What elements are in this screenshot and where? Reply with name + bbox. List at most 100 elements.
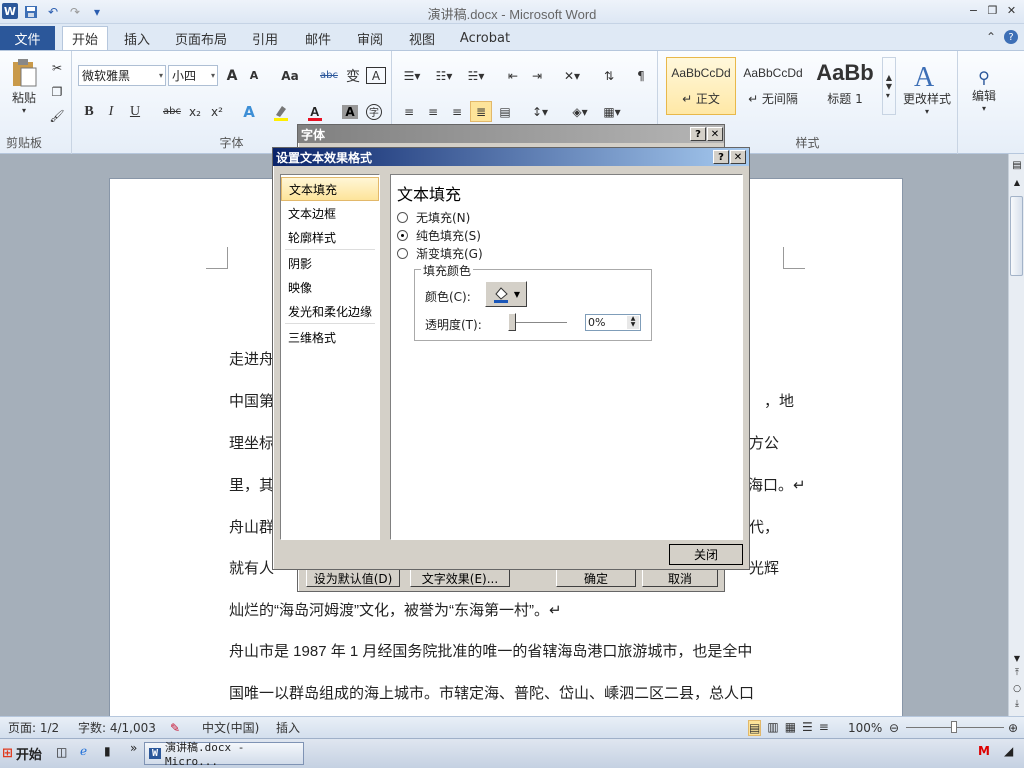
- scroll-thumb[interactable]: [1010, 196, 1023, 276]
- change-styles-button[interactable]: A 更改样式 ▾: [900, 57, 954, 119]
- effects-dialog-help-button[interactable]: ?: [713, 150, 729, 164]
- copy-icon[interactable]: ❐: [48, 83, 66, 101]
- style-no-spacing[interactable]: AaBbCcDd ↵ 无间隔: [738, 57, 808, 115]
- transparency-spinner[interactable]: 0% ▲ ▼: [585, 314, 641, 331]
- set-default-button[interactable]: 设为默认值(D): [306, 569, 400, 587]
- shrink-font-icon[interactable]: A: [244, 65, 264, 86]
- minimize-button[interactable]: −: [965, 2, 982, 18]
- gradient-fill-option[interactable]: 渐变填充(G): [397, 245, 483, 262]
- status-insert-mode[interactable]: 插入: [276, 719, 300, 736]
- restore-button[interactable]: ❐: [984, 2, 1001, 18]
- draft-view-icon[interactable]: ≡: [819, 720, 829, 736]
- tab-review[interactable]: 审阅: [349, 26, 391, 50]
- borders-icon[interactable]: ▦▾: [598, 101, 626, 122]
- close-dialog-button[interactable]: 关闭: [669, 544, 743, 565]
- gradient-fill-radio[interactable]: [397, 248, 408, 259]
- show-marks-icon[interactable]: ¶: [630, 65, 652, 86]
- transparency-slider-track[interactable]: [509, 322, 567, 324]
- sort-icon[interactable]: ⇅: [598, 65, 620, 86]
- clear-formatting-icon[interactable]: abc: [318, 65, 340, 86]
- text-effects-button[interactable]: 文字效果(E)...: [410, 569, 510, 587]
- italic-button[interactable]: I: [102, 101, 120, 122]
- character-shading-icon[interactable]: A: [340, 101, 360, 122]
- tab-file[interactable]: 文件: [0, 26, 55, 50]
- zoom-in-icon[interactable]: ⊕: [1008, 721, 1018, 735]
- style-normal[interactable]: AaBbCcDd ↵ 正文: [666, 57, 736, 115]
- outline-view-icon[interactable]: ☰: [802, 720, 813, 736]
- align-center-icon[interactable]: ≡: [422, 101, 444, 122]
- status-words[interactable]: 字数: 4/1,003: [78, 719, 156, 736]
- tray-network-icon[interactable]: ◢: [1004, 744, 1013, 758]
- tab-insert[interactable]: 插入: [116, 26, 158, 50]
- tab-page-layout[interactable]: 页面布局: [170, 26, 232, 50]
- no-fill-option[interactable]: 无填充(N): [397, 209, 470, 226]
- cut-icon[interactable]: ✂: [48, 59, 66, 77]
- solid-fill-radio[interactable]: [397, 230, 408, 241]
- align-left-icon[interactable]: ≡: [398, 101, 420, 122]
- format-painter-icon[interactable]: 🖌: [48, 107, 66, 125]
- tab-references[interactable]: 引用: [244, 26, 286, 50]
- bold-button[interactable]: B: [80, 101, 98, 122]
- font-dialog-close-button[interactable]: ✕: [707, 127, 723, 141]
- previous-page-icon[interactable]: ⤒: [1011, 668, 1023, 680]
- tab-mailings[interactable]: 邮件: [297, 26, 339, 50]
- shading-icon[interactable]: ◈▾: [566, 101, 594, 122]
- justify-icon[interactable]: ≣: [470, 101, 492, 122]
- no-fill-radio[interactable]: [397, 212, 408, 223]
- character-border-icon[interactable]: A: [366, 67, 386, 84]
- enclose-characters-icon[interactable]: 字: [364, 101, 384, 122]
- tray-app-icon[interactable]: M: [978, 744, 990, 758]
- strikethrough-button[interactable]: abc: [160, 101, 184, 122]
- phonetic-guide-icon[interactable]: 变: [342, 65, 364, 86]
- distributed-icon[interactable]: ▤: [494, 101, 516, 122]
- next-page-icon[interactable]: ⤓: [1011, 699, 1023, 711]
- font-size-combo[interactable]: 小四 ▾: [168, 65, 218, 86]
- nav-text-outline[interactable]: 文本边框: [281, 201, 379, 225]
- ruler-toggle-icon[interactable]: ▤: [1011, 160, 1023, 174]
- minimize-ribbon-icon[interactable]: ⌃: [986, 30, 996, 44]
- tab-acrobat[interactable]: Acrobat: [455, 26, 515, 50]
- quicklaunch-icon[interactable]: ▮: [104, 744, 111, 758]
- scroll-down-icon[interactable]: ▼: [1011, 654, 1023, 666]
- quicklaunch-more-icon[interactable]: »: [130, 741, 137, 755]
- font-dialog-help-button[interactable]: ?: [690, 127, 706, 141]
- bullets-icon[interactable]: ☰▾: [398, 65, 426, 86]
- change-case-icon[interactable]: Aa: [276, 65, 304, 86]
- effects-dialog-close-button[interactable]: ✕: [730, 150, 746, 164]
- status-language[interactable]: 中文(中国): [202, 719, 259, 736]
- editing-button[interactable]: ⚲ 编辑 ▾: [964, 59, 1004, 121]
- multilevel-list-icon[interactable]: ☵▾: [462, 65, 490, 86]
- taskbar-word-task[interactable]: W 演讲稿.docx - Micro...: [144, 741, 304, 768]
- start-button[interactable]: ⊞ 开始: [2, 742, 50, 765]
- close-button[interactable]: ✕: [1003, 2, 1020, 18]
- color-picker-button[interactable]: ▼: [485, 281, 527, 307]
- nav-shadow[interactable]: 阴影: [281, 251, 379, 275]
- solid-fill-option[interactable]: 纯色填充(S): [397, 227, 481, 244]
- transparency-slider-thumb[interactable]: [508, 313, 516, 331]
- superscript-button[interactable]: x²: [208, 101, 226, 122]
- nav-reflection[interactable]: 映像: [281, 275, 379, 299]
- subscript-button[interactable]: x₂: [186, 101, 204, 122]
- browse-object-icon[interactable]: ○: [1011, 684, 1023, 696]
- proofing-icon[interactable]: ✎: [170, 721, 180, 735]
- zoom-level[interactable]: 100%: [848, 721, 882, 735]
- show-desktop-icon[interactable]: ◫: [56, 745, 67, 759]
- zoom-out-icon[interactable]: ⊖: [889, 721, 899, 735]
- nav-glow-soft-edges[interactable]: 发光和柔化边缘: [281, 299, 379, 323]
- font-name-combo[interactable]: 微软雅黑 ▾: [78, 65, 166, 86]
- paste-button[interactable]: 粘贴 ▾: [6, 55, 42, 117]
- chinese-layout-icon[interactable]: ✕▾: [558, 65, 586, 86]
- styles-scroll[interactable]: ▲ ▼ ▾: [882, 57, 896, 115]
- align-right-icon[interactable]: ≡: [446, 101, 468, 122]
- scroll-up-icon[interactable]: ▲: [1011, 178, 1023, 190]
- style-heading-1[interactable]: AaBb 标题 1: [810, 57, 880, 115]
- text-effects-icon[interactable]: A: [238, 101, 260, 122]
- zoom-slider-thumb[interactable]: [951, 721, 957, 733]
- web-layout-icon[interactable]: ▦: [785, 720, 796, 736]
- underline-button[interactable]: U: [124, 101, 146, 122]
- help-icon[interactable]: ?: [1004, 30, 1018, 44]
- highlight-icon[interactable]: [270, 101, 292, 122]
- nav-text-fill[interactable]: 文本填充: [281, 177, 379, 201]
- print-layout-view-icon[interactable]: ▤: [748, 719, 762, 736]
- ie-icon[interactable]: ℯ: [80, 744, 87, 758]
